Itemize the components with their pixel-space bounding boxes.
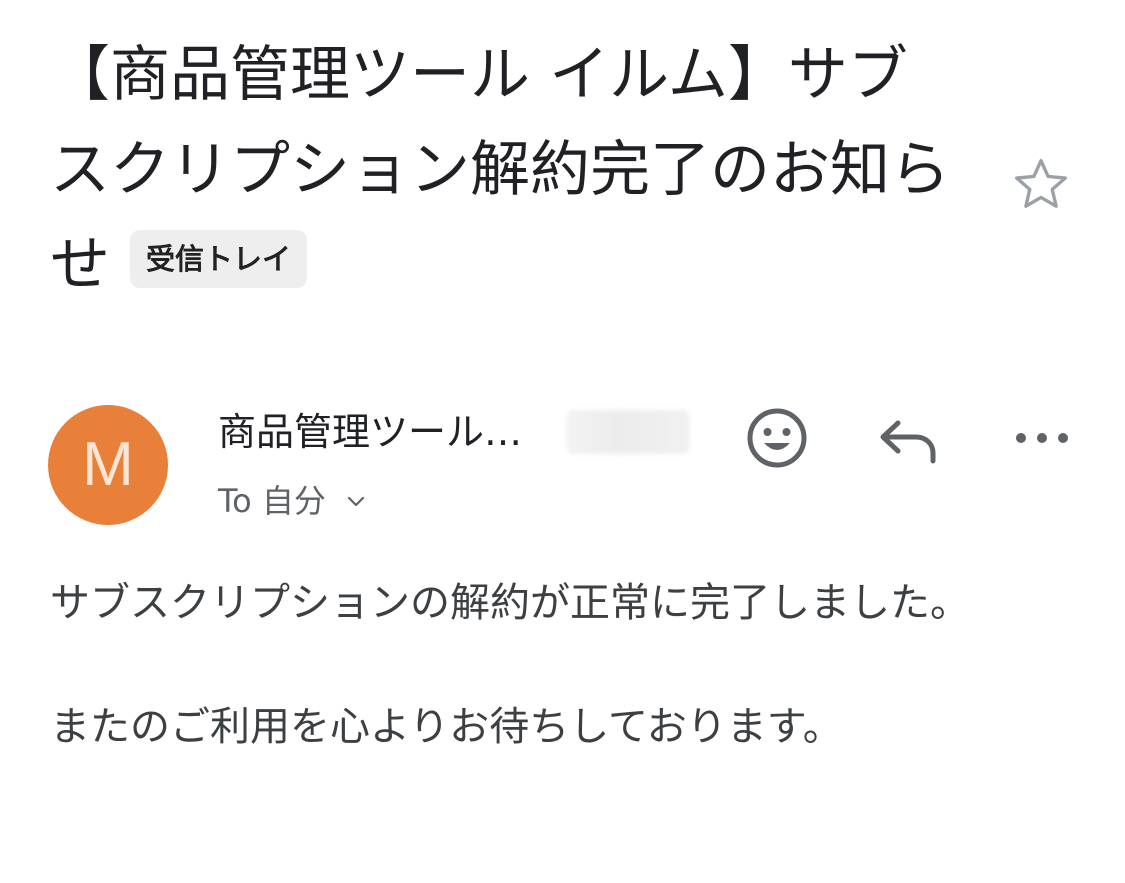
- smiley-icon: [747, 408, 807, 468]
- add-reaction-button[interactable]: [744, 405, 810, 471]
- more-options-button[interactable]: [1012, 423, 1072, 453]
- reply-button[interactable]: [878, 415, 940, 465]
- email-header: 【商品管理ツール イルム】サブスクリプション解約完了のお知らせ 受信トレイ: [50, 28, 950, 313]
- reply-arrow-icon: [880, 420, 936, 464]
- recipient-name: 自分: [261, 482, 326, 520]
- chevron-down-icon: [344, 477, 368, 521]
- sender-email-redacted: [566, 410, 690, 454]
- recipient-toggle[interactable]: To 自分: [218, 477, 368, 523]
- body-paragraph: サブスクリプションの解約が正常に完了しました。: [50, 580, 970, 626]
- email-subject: 【商品管理ツール イルム】サブスクリプション解約完了のお知らせ 受信トレイ: [50, 28, 950, 313]
- more-horizontal-icon: [1016, 433, 1068, 443]
- label-chip-inbox[interactable]: 受信トレイ: [130, 230, 308, 288]
- avatar[interactable]: M: [48, 405, 168, 525]
- sender-name[interactable]: 商品管理ツール…: [218, 407, 522, 457]
- star-outline-icon: [1015, 159, 1067, 208]
- recipient-prefix: To: [218, 482, 252, 520]
- sender-row: M 商品管理ツール… To 自分: [48, 405, 1088, 525]
- star-button[interactable]: [1010, 154, 1072, 216]
- body-paragraph: またのご利用を心よりお待ちしております。: [50, 704, 843, 750]
- email-body: サブスクリプションの解約が正常に完了しました。 またのご利用を心よりお待ちしてお…: [50, 572, 1010, 758]
